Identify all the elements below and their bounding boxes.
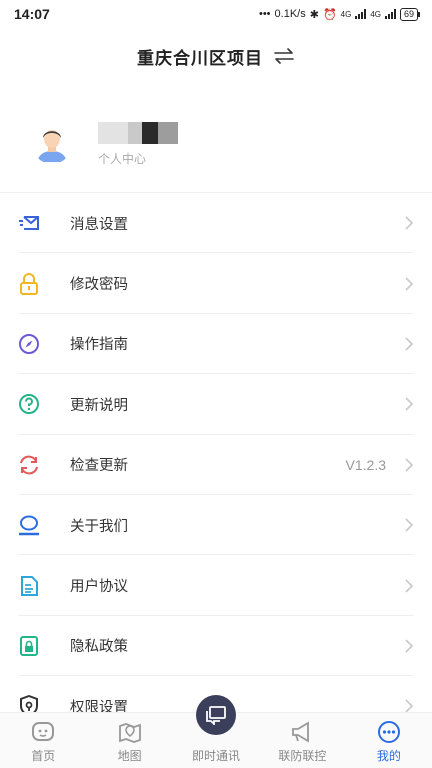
menu-label: 消息设置 [70, 216, 128, 233]
header: 重庆合川区项目 [0, 40, 432, 72]
menu-item-check-update[interactable]: 检查更新 V1.2.3 [0, 435, 432, 496]
chat-icon [206, 706, 226, 725]
nav-joint-defense[interactable]: 联防联控 [259, 713, 345, 768]
status-indicators: ••• 0.1K/s ✱ ⏰ 4G 4G 69 [258, 7, 421, 21]
chevron-right-icon [405, 639, 414, 653]
status-bar: 14:07 ••• 0.1K/s ✱ ⏰ 4G 4G 69 [0, 0, 432, 28]
refresh-icon [18, 454, 40, 476]
document-icon [18, 575, 40, 597]
map-pin-icon [118, 723, 141, 743]
menu-item-update-notes[interactable]: 更新说明 [0, 374, 432, 435]
menu-item-about-us[interactable]: 关于我们 [0, 495, 432, 556]
alarm-icon: ⏰ [322, 8, 337, 21]
chevron-right-icon [405, 337, 414, 351]
chevron-right-icon [405, 518, 414, 532]
privacy-icon [18, 635, 40, 657]
settings-menu: 消息设置 修改密码 操作指南 更新说明 检查更新 V1.2.3 关于我们 用户协… [0, 193, 432, 737]
compass-icon [18, 333, 40, 355]
chat-button[interactable] [196, 695, 237, 735]
battery-icon: 69 [399, 7, 421, 21]
lock-icon [18, 272, 40, 295]
signal-2-label: 4G [370, 9, 381, 19]
bottom-nav: 首页 地图 即时通讯 联防联控 我的 [0, 695, 432, 768]
chevron-right-icon [405, 397, 414, 411]
chevron-right-icon [405, 578, 414, 593]
status-time: 14:07 [14, 6, 50, 22]
question-circle-icon [18, 393, 40, 415]
chevron-right-icon [405, 277, 414, 291]
menu-item-operation-guide[interactable]: 操作指南 [0, 314, 432, 375]
menu-label: 关于我们 [70, 518, 128, 535]
nav-label: 首页 [31, 749, 56, 763]
nav-map[interactable]: 地图 [86, 713, 172, 768]
menu-item-user-agreement[interactable]: 用户协议 [0, 555, 432, 617]
nav-label: 即时通讯 [192, 749, 241, 763]
megaphone-icon [292, 721, 310, 743]
user-outline-icon [18, 514, 40, 536]
project-title[interactable]: 重庆合川区项目 [137, 44, 263, 69]
nav-label: 我的 [376, 749, 401, 763]
profile-subtitle: 个人中心 [98, 151, 147, 166]
profile-name-redacted [98, 121, 178, 144]
avatar[interactable] [32, 124, 72, 164]
nav-label: 地图 [117, 749, 142, 763]
menu-item-change-password[interactable]: 修改密码 [0, 253, 432, 315]
menu-label: 用户协议 [70, 579, 128, 596]
menu-label: 修改密码 [70, 277, 128, 294]
profile-card[interactable]: 个人中心 [0, 104, 432, 184]
nav-label: 联防联控 [278, 749, 327, 763]
menu-label: 更新说明 [70, 397, 128, 414]
more-dots-icon [377, 721, 400, 743]
status-dots: ••• [258, 8, 271, 20]
switch-arrows-icon[interactable] [273, 48, 295, 64]
message-settings-icon [18, 212, 40, 234]
menu-label: 隐私政策 [70, 639, 128, 656]
signal-icon [384, 9, 396, 19]
signal-1-label: 4G [340, 9, 352, 19]
nav-mine[interactable]: 我的 [346, 713, 432, 768]
version-value: V1.2.3 [345, 456, 386, 473]
network-speed: 0.1K/s [274, 8, 306, 20]
chevron-right-icon [405, 458, 414, 472]
nav-home[interactable]: 首页 [0, 713, 86, 768]
profile-text: 个人中心 [98, 121, 178, 167]
bluetooth-icon: ✱ [309, 8, 319, 21]
menu-label: 检查更新 [70, 458, 128, 475]
menu-item-privacy-policy[interactable]: 隐私政策 [0, 616, 432, 677]
signal-icon [355, 9, 367, 19]
menu-item-message-settings[interactable]: 消息设置 [0, 193, 432, 254]
chevron-right-icon [405, 216, 414, 230]
home-face-icon [32, 722, 55, 741]
menu-label: 操作指南 [70, 337, 128, 354]
nav-instant-messaging[interactable]: 即时通讯 [173, 695, 259, 768]
